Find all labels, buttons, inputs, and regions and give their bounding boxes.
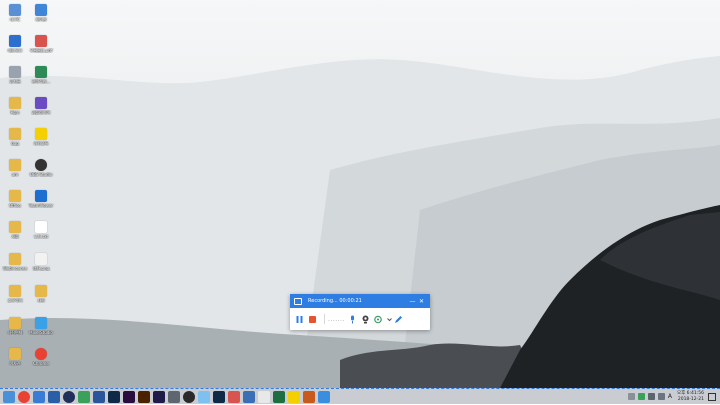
folder-icon <box>35 285 47 297</box>
input-method-indicator[interactable]: A <box>668 393 672 400</box>
media-player-icon <box>35 97 47 109</box>
folder-icon <box>9 253 21 265</box>
effects-dropdown[interactable] <box>387 315 392 324</box>
recycle-bin-icon <box>9 66 21 78</box>
toolbar-divider <box>324 314 325 324</box>
taskbar-app-app-mail[interactable] <box>33 390 45 403</box>
pencil-icon <box>395 315 402 323</box>
folder-icon <box>9 97 21 109</box>
taskbar-app-word[interactable] <box>93 390 105 403</box>
audio-level-meter: ....... <box>328 315 345 323</box>
app-icon <box>35 317 47 329</box>
webcam-button[interactable] <box>361 315 370 324</box>
taskbar-app-app-paint[interactable] <box>303 390 315 403</box>
desktop-icon-gom-player[interactable]: 곰플레이어 <box>26 95 56 125</box>
taskbar-app-illustrator[interactable] <box>138 390 150 403</box>
desktop-icon-obs-studio[interactable]: OBS Studio <box>26 157 56 187</box>
taskbar-app-after-effects[interactable] <box>153 390 165 403</box>
notification-center-icon[interactable] <box>708 392 716 401</box>
chevron-up-icon[interactable] <box>627 393 635 400</box>
mouse-effect-icon <box>374 315 382 323</box>
taskbar-app-premiere[interactable] <box>123 390 135 403</box>
shield-icon[interactable] <box>647 393 655 400</box>
obs-icon <box>35 159 47 171</box>
taskbar-app-app-red[interactable] <box>228 390 240 403</box>
image-file-icon <box>35 253 47 265</box>
stop-icon <box>309 315 316 323</box>
computer-icon <box>9 4 21 16</box>
recorder-titlebar[interactable]: Recording... 00:00:21 — ✕ <box>290 294 430 308</box>
recorder-toolbar: ....... <box>290 308 430 330</box>
taskbar-app-app-ex[interactable] <box>243 390 255 403</box>
effects-button[interactable] <box>374 315 383 324</box>
folder-icon <box>9 190 21 202</box>
taskbar-app-chrome[interactable] <box>18 390 30 403</box>
system-tray: A 오후 6:41:56 2018-12-21 <box>627 389 720 405</box>
excel-file-icon <box>35 66 47 78</box>
folder-icon <box>9 159 21 171</box>
pause-icon <box>296 315 303 323</box>
desktop-icon-teamviewer[interactable]: TeamViewer <box>26 188 56 218</box>
taskbar-app-app-light[interactable] <box>198 390 210 403</box>
desktop-icon-chrome[interactable]: Chrome <box>26 346 56 376</box>
recording-status: Recording... 00:00:21 <box>308 298 362 304</box>
folder-icon <box>9 317 21 329</box>
webcam-icon <box>362 315 369 323</box>
desktop-icon-folder[interactable]: 사진 <box>26 283 56 313</box>
control-panel-icon <box>35 4 47 16</box>
desktop-icon-pdf-file[interactable]: 우편물표.pdf <box>26 33 56 63</box>
taskbar-app-app-green[interactable] <box>78 390 90 403</box>
network-icon[interactable] <box>637 393 645 400</box>
recorder-app-icon <box>294 297 302 305</box>
taskbar-apps <box>0 390 330 403</box>
microphone-icon <box>351 315 354 323</box>
chevron-down-icon <box>387 317 392 321</box>
taskbar-app-app-dark[interactable] <box>63 390 75 403</box>
taskbar-app-app-doc[interactable] <box>258 390 270 403</box>
taskbar-app-photoshop[interactable] <box>108 390 120 403</box>
taskbar-app-app-blue[interactable] <box>48 390 60 403</box>
volume-icon[interactable] <box>657 393 665 400</box>
minimize-button[interactable]: — <box>408 298 417 305</box>
teamviewer-icon <box>35 190 47 202</box>
desktop: 내 PC 네트워크 휴지통 Pgm bag am Office 새폴 Webin… <box>0 0 720 388</box>
taskbar-app-photoshop2[interactable] <box>213 390 225 403</box>
desktop-icon-app[interactable]: MixerStudio <box>26 315 56 345</box>
folder-icon <box>9 221 21 233</box>
chrome-icon <box>35 348 47 360</box>
close-button[interactable]: ✕ <box>417 298 426 305</box>
taskbar-app-kakao[interactable] <box>288 390 300 403</box>
desktop-icon-text-file[interactable]: 노트.txt <box>26 219 56 249</box>
clock[interactable]: 오후 6:41:56 2018-12-21 <box>677 391 704 403</box>
kakaotalk-icon <box>35 128 47 140</box>
microphone-button[interactable] <box>348 315 357 324</box>
taskbar-app-app-blue2[interactable] <box>318 390 330 403</box>
folder-icon <box>9 285 21 297</box>
taskbar-app-app-grey[interactable] <box>168 390 180 403</box>
screen-recorder-widget: Recording... 00:00:21 — ✕ ....... <box>290 294 430 330</box>
desktop-icon-control-panel[interactable]: 제어판 <box>26 2 56 32</box>
stop-button[interactable] <box>308 315 317 324</box>
desktop-icon-image-file[interactable]: 캡쳐.png <box>26 251 56 281</box>
desktop-icon-excel-file[interactable]: 진미작인... <box>26 64 56 94</box>
network-icon <box>9 35 21 47</box>
taskbar-app-excel[interactable] <box>273 390 285 403</box>
taskbar-app-file-explorer[interactable] <box>3 390 15 403</box>
text-file-icon <box>35 221 47 233</box>
pause-button[interactable] <box>295 315 304 324</box>
pdf-file-icon <box>35 35 47 47</box>
desktop-icon-kakaotalk[interactable]: 카카오톡 <box>26 126 56 156</box>
folder-icon <box>9 128 21 140</box>
clock-date: 2018-12-21 <box>677 396 704 402</box>
taskbar-app-obs[interactable] <box>183 390 195 403</box>
draw-button[interactable] <box>394 315 403 324</box>
clock-time: 오후 6:41:56 <box>676 390 704 396</box>
folder-icon <box>9 348 21 360</box>
taskbar: A 오후 6:41:56 2018-12-21 <box>0 388 720 404</box>
